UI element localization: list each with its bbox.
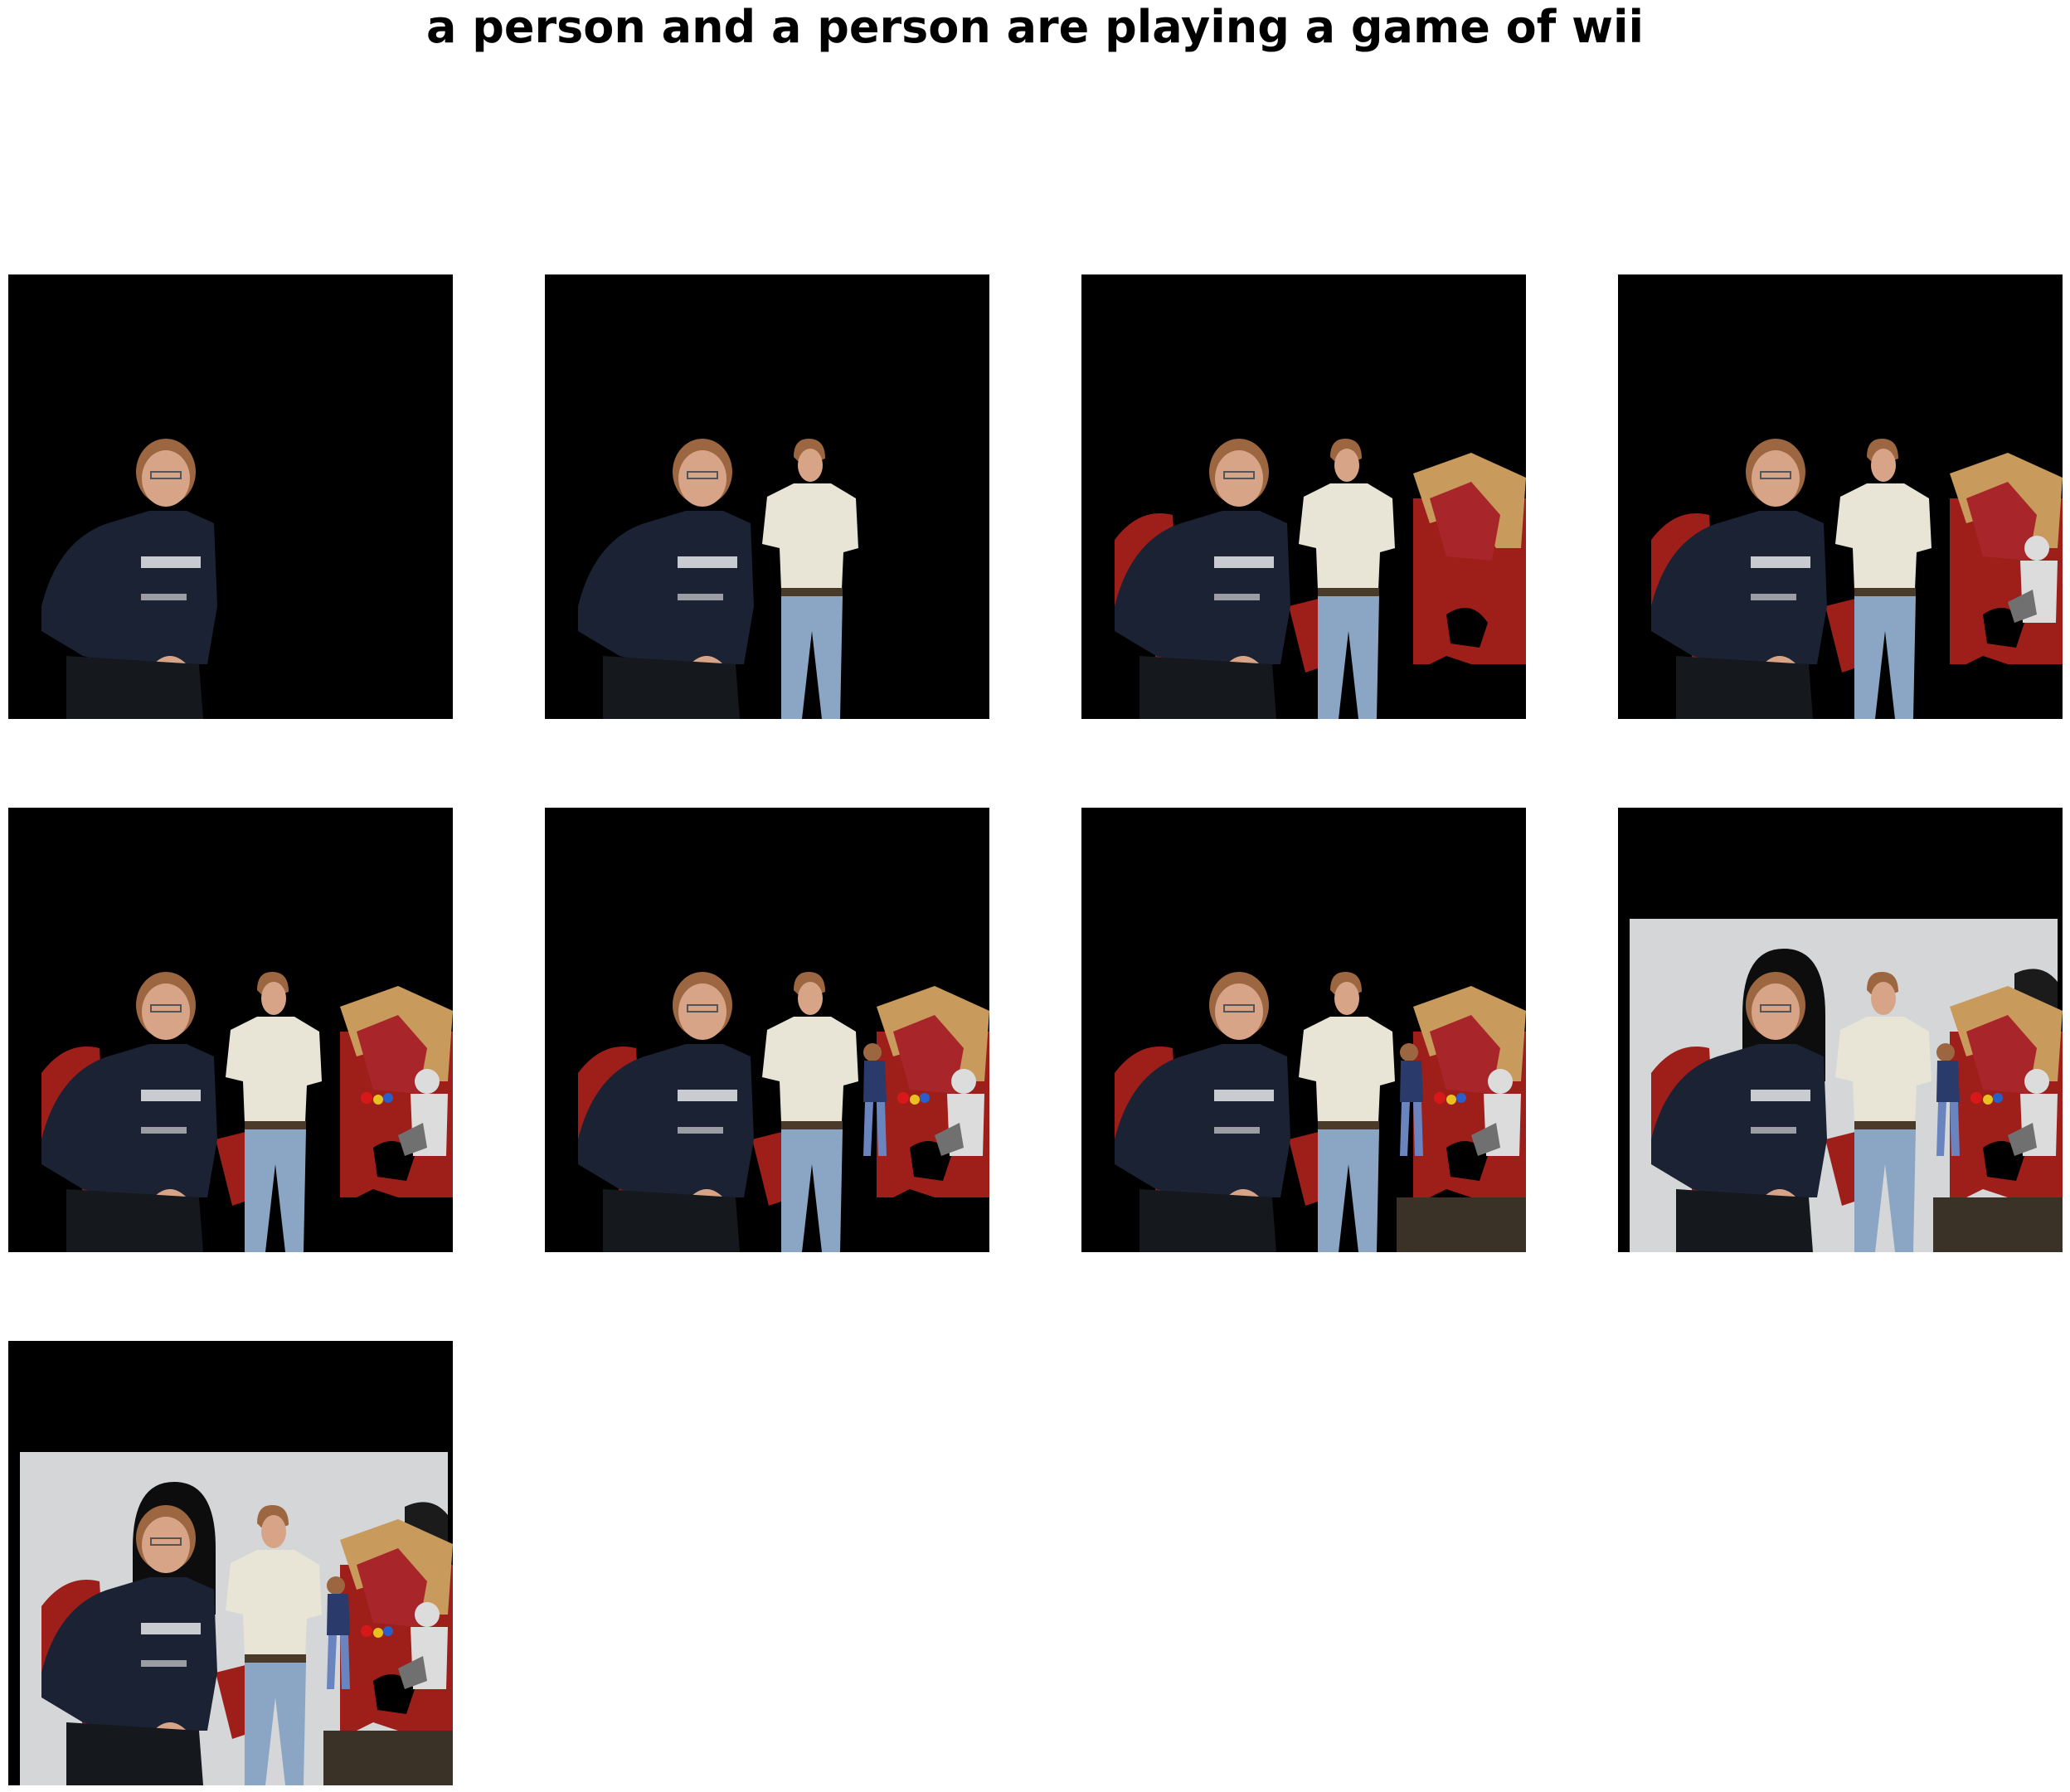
segmentation-panel-6	[545, 808, 989, 1252]
segmentation-panel-1	[8, 274, 453, 719]
segmentation-panel-2	[545, 274, 989, 719]
floor-segment	[1933, 1197, 2063, 1252]
floor-segment	[1397, 1197, 1526, 1252]
panel-image	[1618, 274, 2063, 719]
panel-image	[1081, 274, 1526, 719]
segmentation-panel-3	[1081, 274, 1526, 719]
panel-image	[8, 1341, 453, 1785]
panel-image	[8, 274, 453, 719]
panel-image	[1081, 808, 1526, 1252]
panel-image	[545, 808, 989, 1252]
segmentation-panel-9	[8, 1341, 453, 1785]
figure-caption: a person and a person are playing a game…	[426, 1, 1644, 53]
segmentation-panel-4	[1618, 274, 2063, 719]
panel-image	[1618, 808, 2063, 1252]
panel-image	[8, 808, 453, 1252]
floor-segment	[323, 1731, 453, 1785]
panel-image	[545, 274, 989, 719]
segmentation-panel-7	[1081, 808, 1526, 1252]
segmentation-panel-5	[8, 808, 453, 1252]
segmentation-panel-8	[1618, 808, 2063, 1252]
